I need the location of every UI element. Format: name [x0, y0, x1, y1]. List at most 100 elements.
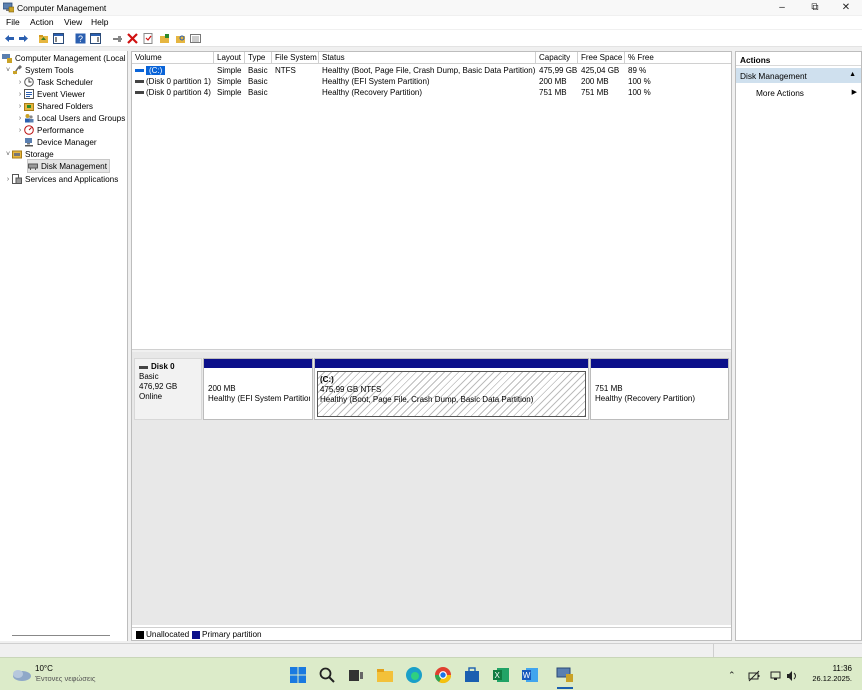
tree-item-task-scheduler[interactable]: › Task Scheduler: [16, 76, 93, 88]
store-icon[interactable]: [463, 666, 481, 684]
tree-item-storage[interactable]: ˅ Storage: [4, 148, 54, 160]
table-row[interactable]: (Disk 0 partition 4): [132, 87, 214, 98]
table-row[interactable]: (Disk 0 partition 1): [132, 76, 214, 87]
legend: Unallocated Primary partition: [132, 627, 731, 640]
partition-c[interactable]: (C:) 475,99 GB NTFS Healthy (Boot, Page …: [314, 358, 589, 420]
close-button[interactable]: ✕: [831, 0, 861, 15]
table-row[interactable]: (C:): [132, 65, 214, 76]
maximize-button[interactable]: ⧉: [800, 0, 830, 15]
column-header-file-system[interactable]: File System: [272, 52, 319, 64]
view-list-icon[interactable]: [190, 33, 201, 44]
search-icon[interactable]: [318, 666, 336, 684]
column-header-free-space[interactable]: Free Space: [578, 52, 625, 64]
tree-item-event-viewer[interactable]: › Event Viewer: [16, 88, 85, 100]
partition-title: [595, 374, 724, 384]
chevron-down-icon[interactable]: ˅: [4, 151, 12, 158]
tree-item-disk-management[interactable]: Disk Management: [27, 159, 110, 173]
start-icon[interactable]: [289, 666, 307, 684]
tree-label: Shared Folders: [37, 101, 93, 111]
cell-layout: Simple: [217, 66, 242, 75]
partition-body: 751 MB Healthy (Recovery Partition): [593, 371, 726, 417]
volume-speaker-icon[interactable]: [786, 670, 798, 682]
new-folder-icon[interactable]: [159, 33, 170, 44]
volume-name: (C:): [146, 66, 166, 75]
tree-item-performance[interactable]: › Performance: [16, 124, 84, 136]
word-icon[interactable]: W: [521, 666, 539, 684]
tree-item-device-manager[interactable]: Device Manager: [16, 136, 97, 148]
partition-title: [208, 374, 308, 384]
column-header-type[interactable]: Type: [245, 52, 272, 64]
up-folder-icon[interactable]: [38, 33, 49, 44]
partition-size: 751 MB: [595, 384, 623, 393]
cell-percent-free: 100 %: [628, 77, 651, 86]
clock[interactable]: 11:36 26.12.2025.: [800, 664, 852, 684]
forward-arrow-icon[interactable]: [18, 33, 29, 44]
chevron-down-icon[interactable]: ˅: [4, 67, 12, 74]
delete-icon[interactable]: [127, 33, 138, 44]
menu-view[interactable]: View: [64, 17, 82, 27]
partition-efi[interactable]: 200 MB Healthy (EFI System Partition): [203, 358, 313, 420]
chevron-right-icon[interactable]: ›: [16, 127, 24, 134]
cell-type: Basic: [248, 77, 268, 86]
tree-item-computer-management[interactable]: Computer Management (Local: [2, 52, 126, 64]
chevron-right-icon[interactable]: ›: [16, 103, 24, 110]
battery-icon[interactable]: [748, 670, 760, 682]
column-header-volume[interactable]: Volume: [132, 52, 214, 64]
help-icon[interactable]: ?: [75, 33, 86, 44]
menu-help[interactable]: Help: [91, 17, 108, 27]
excel-icon[interactable]: X: [492, 666, 510, 684]
task-view-icon[interactable]: [347, 666, 365, 684]
menu-file[interactable]: File: [6, 17, 20, 27]
menu-action[interactable]: Action: [30, 17, 54, 27]
column-header-status[interactable]: Status: [319, 52, 536, 64]
chevron-right-icon[interactable]: ›: [16, 115, 24, 122]
volume-table: Volume Layout Type File System Status Ca…: [132, 52, 731, 349]
clock-date: 26.12.2025.: [812, 674, 852, 683]
back-arrow-icon[interactable]: [4, 33, 15, 44]
tree-item-local-users-groups[interactable]: › Local Users and Groups: [16, 112, 125, 124]
partition-recovery[interactable]: 751 MB Healthy (Recovery Partition): [590, 358, 729, 420]
connect-icon[interactable]: [112, 33, 123, 44]
column-header-percent-free[interactable]: % Free: [625, 52, 731, 64]
network-icon[interactable]: [770, 670, 782, 682]
collapse-icon[interactable]: ▲: [849, 71, 856, 78]
tree-item-shared-folders[interactable]: › Shared Folders: [16, 100, 93, 112]
column-header-layout[interactable]: Layout: [214, 52, 245, 64]
tree-label: Services and Applications: [25, 174, 119, 184]
legend-primary: Primary partition: [192, 630, 262, 639]
minimize-button[interactable]: –: [767, 0, 797, 15]
file-explorer-icon[interactable]: [376, 666, 394, 684]
disk-0-label[interactable]: Disk 0 Basic 476,92 GB Online: [134, 358, 202, 420]
partition-bar: [204, 359, 312, 368]
show-hide-action-pane-icon[interactable]: [90, 33, 101, 44]
taskbar: 10°C Έντονες νεφώσεις X W ⌃ 11:36 26.12.…: [0, 657, 862, 690]
show-hide-console-tree-icon[interactable]: [53, 33, 64, 44]
tree-label: System Tools: [25, 65, 74, 75]
partition-status: Healthy (Boot, Page File, Crash Dump, Ba…: [320, 395, 534, 404]
tree-scrollbar[interactable]: [12, 635, 110, 636]
chevron-right-icon[interactable]: ›: [16, 79, 24, 86]
chevron-right-icon[interactable]: ›: [4, 176, 12, 183]
svg-text:W: W: [523, 671, 531, 680]
show-hidden-icons-icon[interactable]: ⌃: [728, 670, 736, 681]
tree-item-system-tools[interactable]: ˅ System Tools: [4, 64, 74, 76]
disk-management-pane: Volume Layout Type File System Status Ca…: [131, 51, 732, 641]
partition-status: Healthy (EFI System Partition): [208, 394, 310, 403]
weather-widget[interactable]: 10°C Έντονες νεφώσεις: [10, 664, 96, 684]
legend-label: Primary partition: [202, 630, 262, 639]
properties-icon[interactable]: [143, 33, 154, 44]
edge-icon[interactable]: [405, 666, 423, 684]
system-tools-icon: [13, 65, 22, 75]
column-header-capacity[interactable]: Capacity: [536, 52, 578, 64]
chrome-icon[interactable]: [434, 666, 452, 684]
computer-management-taskbar-icon[interactable]: [556, 666, 574, 684]
chevron-right-icon[interactable]: ›: [16, 91, 24, 98]
search-folder-icon[interactable]: [175, 33, 186, 44]
disk-icon: [139, 365, 148, 369]
cell-percent-free: 89 %: [628, 66, 647, 75]
more-actions-item[interactable]: More Actions: [756, 88, 804, 98]
actions-section-disk-management[interactable]: Disk Management ▲: [736, 68, 861, 83]
tree-item-services-applications[interactable]: › Services and Applications: [4, 173, 118, 185]
device-manager-icon: [25, 138, 33, 147]
storage-icon: [12, 150, 22, 159]
